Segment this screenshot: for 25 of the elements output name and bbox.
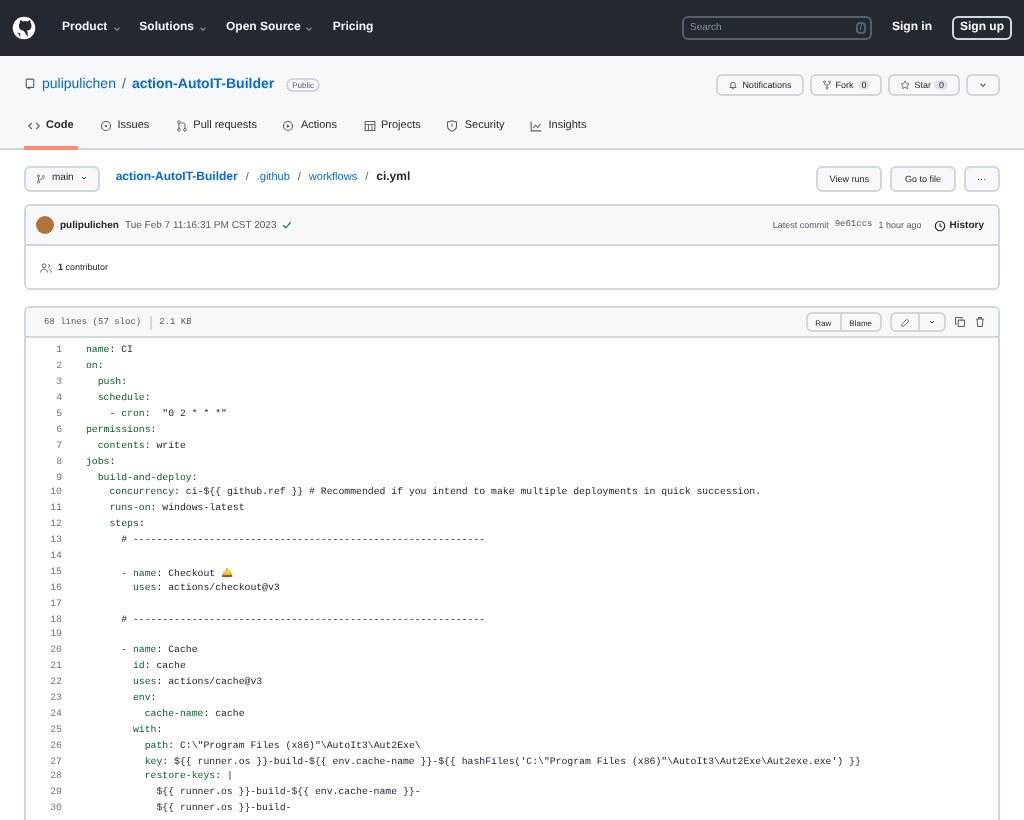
fork-icon — [821, 79, 832, 89]
copy-button[interactable] — [954, 316, 966, 328]
copy-icon — [954, 316, 966, 328]
edit-button[interactable] — [890, 312, 920, 332]
repository-icon — [24, 78, 36, 90]
trash-icon — [974, 316, 986, 328]
clock-icon — [933, 219, 946, 231]
play-icon — [282, 120, 295, 132]
branch-icon — [36, 173, 46, 183]
pencil-icon — [900, 317, 910, 327]
shield-icon — [446, 120, 459, 132]
bell-icon — [728, 79, 739, 89]
star-icon — [900, 79, 911, 89]
avatar — [36, 216, 54, 234]
delete-button[interactable] — [974, 316, 986, 328]
table-icon — [363, 120, 375, 132]
star-menu-button[interactable] — [966, 73, 1000, 95]
pull-request-icon — [175, 120, 188, 132]
people-icon — [40, 261, 52, 273]
caret-icon — [978, 79, 988, 89]
github-logo-icon — [12, 16, 36, 40]
code-icon — [28, 120, 40, 132]
issue-icon — [99, 120, 112, 132]
graph-icon — [530, 120, 543, 132]
edit-menu-button[interactable] — [920, 312, 946, 332]
